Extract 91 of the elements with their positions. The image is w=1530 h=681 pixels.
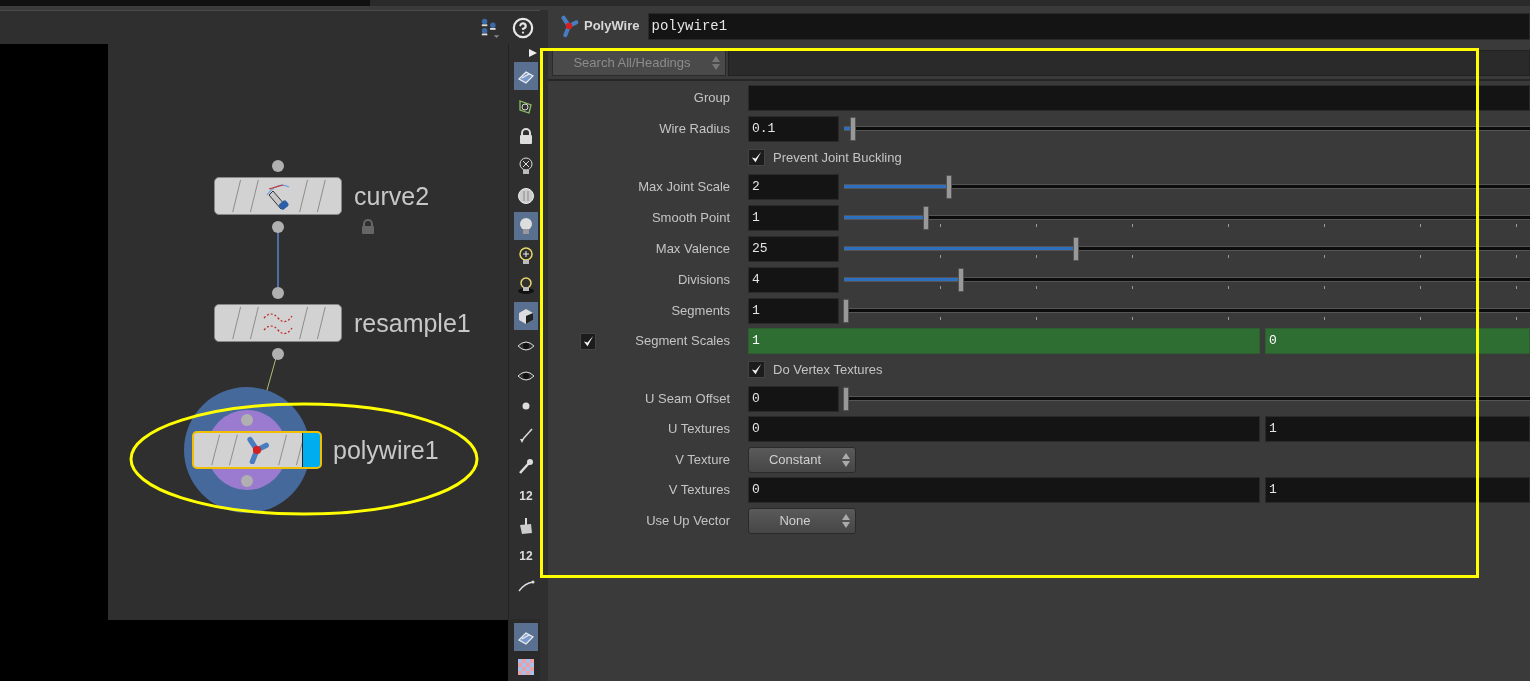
slider-thumb[interactable] <box>945 174 952 199</box>
vector-field[interactable]: 0 <box>748 477 1260 503</box>
node-name: resample1 <box>354 308 471 338</box>
slider-track[interactable] <box>844 115 1530 142</box>
cube-icon <box>517 307 535 325</box>
bulb-icon <box>517 217 535 235</box>
parameter-label: Max Joint Scale <box>637 177 730 196</box>
vector-field[interactable]: 1 <box>1265 477 1530 503</box>
number-icon: 12 <box>519 490 533 502</box>
toggle-label: Do Vertex Textures <box>773 360 883 379</box>
lock-icon <box>517 127 535 145</box>
node-name-field[interactable]: polywire1 <box>647 12 1530 40</box>
slider-track[interactable] <box>844 235 1530 262</box>
help-icon[interactable] <box>512 16 534 39</box>
bulb-icon <box>517 157 535 175</box>
toolbar-button[interactable]: 12 <box>514 482 538 510</box>
parameter-label: Segments <box>670 301 730 320</box>
number-field[interactable]: 25 <box>748 235 839 262</box>
parameter-label: Wire Radius <box>658 119 730 138</box>
sphere-icon <box>517 187 535 205</box>
node-box[interactable] <box>214 304 342 342</box>
toggle-checkbox[interactable] <box>580 332 596 350</box>
output-port[interactable] <box>272 221 284 233</box>
input-port[interactable] <box>272 160 284 172</box>
slider-track[interactable] <box>844 266 1530 293</box>
slider-thumb[interactable] <box>849 116 856 141</box>
vector-field[interactable]: 0 <box>1265 328 1530 354</box>
checkmark-icon <box>750 151 763 164</box>
slider-thumb[interactable] <box>1072 236 1079 261</box>
parameter-label: Group <box>692 88 730 107</box>
parameter-label: U Seam Offset <box>644 389 730 408</box>
up-down-arrows-icon <box>841 512 851 529</box>
slider-track[interactable] <box>844 297 1530 324</box>
slider-thumb[interactable] <box>843 298 849 323</box>
wave-icon <box>262 310 294 336</box>
number-icon: 12 <box>519 550 533 562</box>
number-field[interactable]: 0.1 <box>748 115 839 142</box>
parameter-label: Segment Scales <box>634 332 730 351</box>
number-field[interactable]: 1 <box>748 204 839 231</box>
parameter-label: Max Valence <box>654 239 730 258</box>
curve-icon <box>517 97 535 115</box>
parameter-label: Use Up Vector <box>645 511 730 530</box>
node-type-label: PolyWire <box>584 17 640 36</box>
number-field[interactable]: 0 <box>748 385 839 412</box>
vector-field[interactable]: 1 <box>748 328 1260 354</box>
parameter-label: Smooth Point <box>650 208 730 227</box>
checkbox[interactable] <box>748 149 765 166</box>
parameter-label: V Textures <box>667 481 730 500</box>
bulb-icon <box>517 247 535 265</box>
text-field[interactable] <box>748 84 1530 111</box>
number-field[interactable]: 4 <box>748 266 839 293</box>
parameter-label: V Texture <box>674 450 730 469</box>
parameter-label: Divisions <box>677 270 730 289</box>
search-field[interactable] <box>728 50 1530 76</box>
checkmark-icon <box>750 363 763 376</box>
checker-icon <box>517 658 535 676</box>
dropdown-menu[interactable]: None <box>748 507 856 534</box>
dropdown-menu[interactable]: Constant <box>748 446 856 473</box>
parameter-label: U Textures <box>667 420 730 439</box>
toolbar-button[interactable] <box>514 302 538 330</box>
expand-arrow-icon[interactable] <box>528 48 538 58</box>
brush-icon <box>517 427 535 445</box>
slider-track[interactable] <box>844 204 1530 231</box>
connector-line <box>277 231 279 288</box>
slider-thumb[interactable] <box>923 205 930 230</box>
number-field[interactable]: 2 <box>748 173 839 200</box>
slider-thumb[interactable] <box>843 386 849 411</box>
up-down-arrows-icon <box>841 451 851 468</box>
input-port[interactable] <box>272 287 284 299</box>
number-field[interactable]: 1 <box>748 297 839 324</box>
output-port[interactable] <box>272 348 284 360</box>
pin-icon <box>517 457 535 475</box>
slider-track[interactable] <box>844 173 1530 200</box>
users-icon[interactable] <box>480 16 502 39</box>
network-canvas[interactable]: curve2 resample1 polywire1 <box>108 44 508 620</box>
display-flag[interactable] <box>302 433 320 467</box>
vector-field[interactable]: 0 <box>748 416 1260 442</box>
toggle-label: Prevent Joint Buckling <box>773 148 902 167</box>
node-box[interactable] <box>192 431 322 469</box>
node-name: curve2 <box>354 181 430 211</box>
slider-thumb[interactable] <box>957 267 964 292</box>
slider-track[interactable] <box>844 385 1530 412</box>
vector-field[interactable]: 1 <box>1265 416 1530 442</box>
polywire-icon <box>558 14 580 38</box>
checkbox[interactable] <box>748 361 765 378</box>
node-box[interactable] <box>214 177 342 215</box>
stamp-icon <box>517 517 535 535</box>
up-down-arrows-icon <box>711 55 721 71</box>
toolbar-button[interactable]: 12 <box>514 542 538 570</box>
bulb-icon <box>517 277 535 295</box>
node-name: polywire1 <box>333 435 439 465</box>
